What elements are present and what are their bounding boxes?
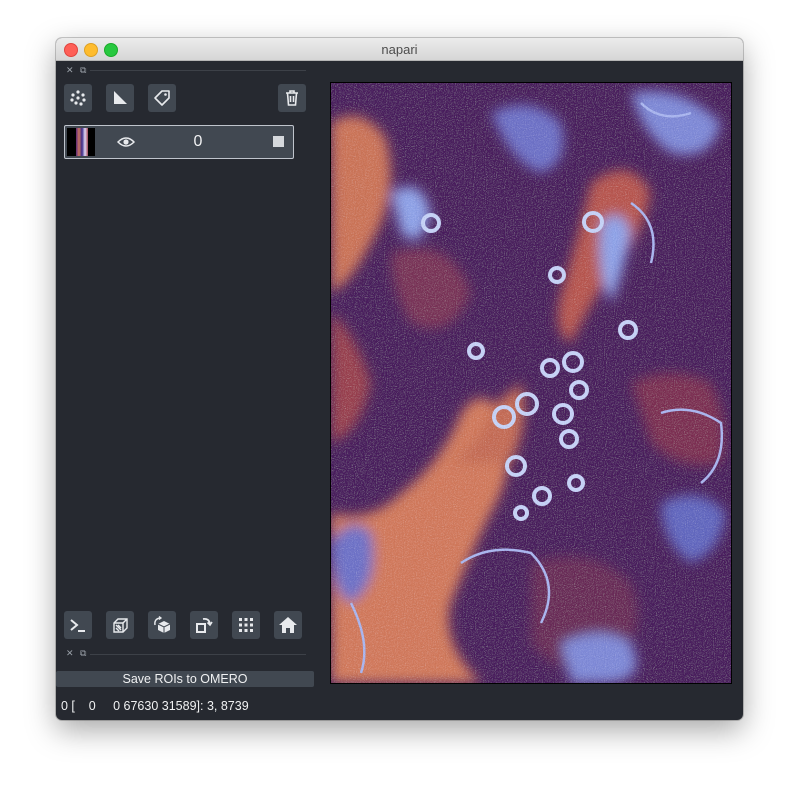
new-points-icon: [70, 90, 86, 106]
new-labels-button[interactable]: [148, 84, 176, 112]
console-icon: [70, 619, 85, 632]
status-bar-text: 0 [ 0 0 67630 31589]: 3, 8739: [61, 699, 249, 713]
home-button[interactable]: [274, 611, 302, 639]
new-labels-icon: [154, 90, 170, 106]
delete-layer-icon: [286, 90, 298, 106]
transpose-button[interactable]: [190, 611, 218, 639]
eye-icon[interactable]: [117, 135, 135, 149]
layer-select-box[interactable]: [273, 136, 284, 147]
delete-layer-button[interactable]: [278, 84, 306, 112]
roll-dims-icon: [154, 615, 171, 633]
grid-icon: [239, 618, 253, 632]
home-icon: [279, 617, 297, 633]
layer-list-item[interactable]: 0: [64, 125, 294, 159]
console-button[interactable]: [64, 611, 92, 639]
image-canvas[interactable]: [330, 82, 732, 684]
layer-name[interactable]: 0: [173, 133, 223, 151]
plugin-dock-close-icon[interactable]: ✕: [66, 648, 74, 659]
grid-view-button[interactable]: [232, 611, 260, 639]
ndisplay-button[interactable]: [106, 611, 134, 639]
window-title: napari: [381, 42, 418, 57]
transpose-icon: [196, 617, 213, 633]
new-shapes-button[interactable]: [106, 84, 134, 112]
dock-float-icon[interactable]: ⧉: [80, 65, 86, 76]
title-bar: napari: [56, 38, 743, 61]
new-shapes-icon: [114, 91, 127, 104]
dock-close-icon[interactable]: ✕: [66, 65, 74, 76]
dock-divider: [90, 70, 306, 71]
save-rois-button[interactable]: Save ROIs to OMERO: [56, 671, 314, 687]
roll-dims-button[interactable]: [148, 611, 176, 639]
napari-window: napari ✕ ⧉ 0 ✕ ⧉ Save ROIs to OMERO 0 […: [56, 38, 743, 720]
microscopy-image: [331, 83, 731, 683]
new-points-button[interactable]: [64, 84, 92, 112]
layer-thumbnail: [67, 128, 95, 156]
plugin-dock-divider: [90, 654, 306, 655]
plugin-dock-float-icon[interactable]: ⧉: [80, 648, 86, 659]
ndisplay-icon: [113, 618, 128, 633]
